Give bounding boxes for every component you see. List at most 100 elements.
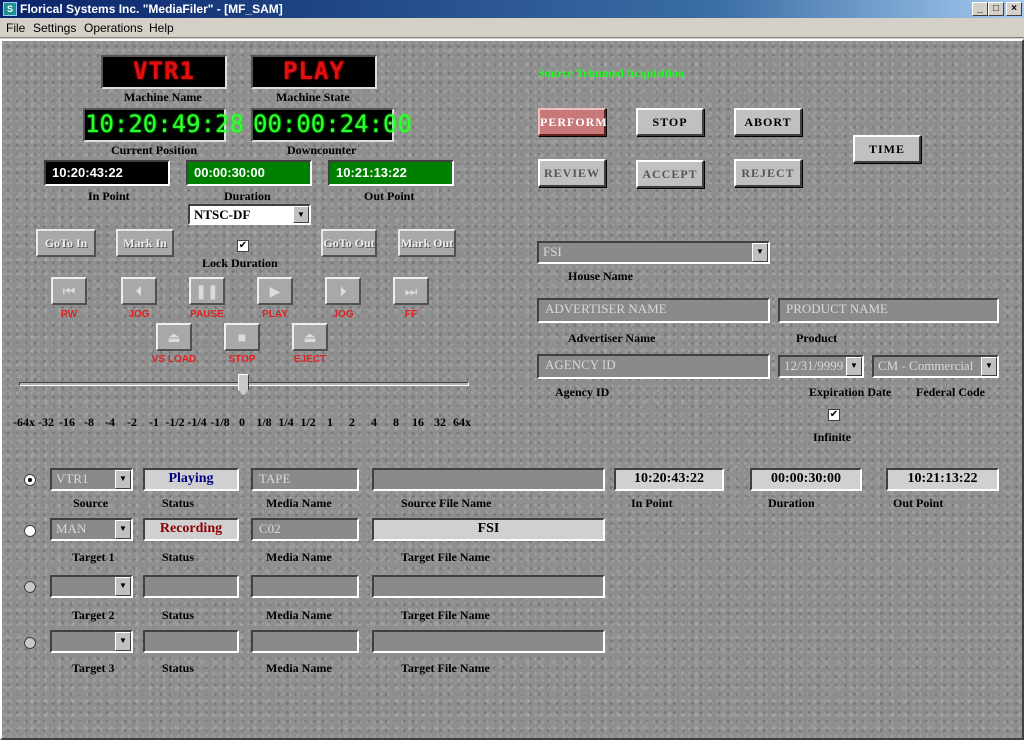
jog-back-label: JOG <box>128 309 150 320</box>
target3-media-label: Media Name <box>266 661 332 675</box>
mark-in-button[interactable]: Mark In <box>116 229 174 257</box>
timecode-format-select[interactable]: NTSC-DF ▼ <box>188 204 311 225</box>
agency-id-field[interactable]: AGENCY ID <box>537 354 770 379</box>
menu-bar: File Settings Operations Help <box>0 18 1024 38</box>
source-file-field[interactable] <box>372 468 605 491</box>
chevron-down-icon[interactable]: ▼ <box>115 470 131 489</box>
jog-back-icon: ⏴ <box>135 283 143 299</box>
house-name-select[interactable]: FSI ▼ <box>537 241 770 264</box>
shuttle-tick-label: 2 <box>349 415 355 429</box>
menu-file[interactable]: File <box>6 18 25 38</box>
shuttle-tick-label: 16 <box>412 415 424 429</box>
chevron-down-icon[interactable]: ▼ <box>293 206 309 223</box>
target3-device-select[interactable]: ▼ <box>50 630 133 653</box>
shuttle-tick-label: -1/2 <box>165 415 185 429</box>
machine-name-display: VTR1 <box>101 55 227 89</box>
chevron-down-icon[interactable]: ▼ <box>115 632 131 651</box>
mark-out-button[interactable]: Mark Out <box>398 229 456 257</box>
expiration-date-select[interactable]: 12/31/9999 ▼ <box>778 355 864 378</box>
radio-dot <box>28 478 32 482</box>
machine-state-display: PLAY <box>251 55 377 89</box>
target1-file-field[interactable]: FSI <box>372 518 605 541</box>
fast-forward-button[interactable]: ⏭ <box>393 277 429 305</box>
target2-file-field[interactable] <box>372 575 605 598</box>
chevron-down-icon[interactable]: ▼ <box>846 357 862 376</box>
chevron-down-icon[interactable]: ▼ <box>752 243 768 262</box>
infinite-checkbox[interactable]: ✔ <box>828 409 840 421</box>
main-panel: VTR1 Machine Name PLAY Machine State 10:… <box>0 39 1024 740</box>
fast-forward-icon: ⏭ <box>404 283 418 299</box>
chevron-down-icon[interactable]: ▼ <box>981 357 997 376</box>
stop-button[interactable]: STOP <box>636 108 704 136</box>
source-device-select[interactable]: VTR1 ▼ <box>50 468 133 491</box>
source-duration-label: Duration <box>768 496 815 510</box>
duration-field[interactable]: 00:00:30:00 <box>186 160 312 186</box>
source-out-point: 10:21:13:22 <box>886 468 999 491</box>
lock-duration-checkbox[interactable]: ✔ <box>237 240 249 252</box>
shuttle-tick-label: -1/4 <box>187 415 207 429</box>
in-point-label: In Point <box>88 189 130 203</box>
eject-button[interactable]: ⏏ <box>292 323 328 351</box>
out-point-field[interactable]: 10:21:13:22 <box>328 160 454 186</box>
target2-media-field[interactable] <box>251 575 359 598</box>
restore-button[interactable]: □ <box>988 2 1004 16</box>
time-button[interactable]: TIME <box>853 135 921 163</box>
target1-device-select[interactable]: MAN ▼ <box>50 518 133 541</box>
target2-device-select[interactable]: ▼ <box>50 575 133 598</box>
downcounter-display: 00:00:24:00 <box>251 108 412 142</box>
source-media-label: Media Name <box>266 496 332 510</box>
target1-label: Target 1 <box>72 550 115 564</box>
rewind-label: RW <box>60 309 78 320</box>
close-button[interactable]: × <box>1006 2 1022 16</box>
rewind-button[interactable]: ⏮ <box>51 277 87 305</box>
chevron-down-icon[interactable]: ▼ <box>115 577 131 596</box>
minimize-button[interactable]: _ <box>972 2 988 16</box>
target1-radio[interactable] <box>24 525 36 537</box>
menu-settings[interactable]: Settings <box>33 18 76 38</box>
jog-back-button[interactable]: ⏴ <box>121 277 157 305</box>
shuttle-tick-label: 64x <box>453 415 471 429</box>
shuttle-tick-label: -8 <box>84 415 94 429</box>
shuttle-tick-label: -1/8 <box>210 415 230 429</box>
current-position-display: 10:20:49:28 <box>83 108 244 142</box>
stop-icon: ■ <box>237 329 247 345</box>
target3-file-field[interactable] <box>372 630 605 653</box>
expiration-date-label: Expiration Date <box>809 385 892 399</box>
shuttle-thumb[interactable] <box>238 374 249 396</box>
reject-button[interactable]: REJECT <box>734 159 802 187</box>
shuttle-tick-label: 1 <box>327 415 333 429</box>
shuttle-tick-label: -16 <box>59 415 75 429</box>
target1-status-label: Status <box>162 550 195 564</box>
source-radio[interactable] <box>24 474 36 486</box>
menu-operations[interactable]: Operations <box>84 18 143 38</box>
vs-load-button[interactable]: ⏏ <box>156 323 192 351</box>
source-media-field[interactable]: TAPE <box>251 468 359 491</box>
source-label: Source <box>73 496 109 510</box>
jog-forward-button[interactable]: ⏵ <box>325 277 361 305</box>
target3-radio[interactable] <box>24 637 36 649</box>
target3-media-field[interactable] <box>251 630 359 653</box>
pause-button[interactable]: ❚❚ <box>189 277 225 305</box>
target2-label: Target 2 <box>72 608 115 622</box>
rewind-icon: ⏮ <box>62 283 76 299</box>
abort-button[interactable]: ABORT <box>734 108 802 136</box>
chevron-down-icon[interactable]: ▼ <box>115 520 131 539</box>
advertiser-field[interactable]: ADVERTISER NAME <box>537 298 770 323</box>
target2-radio[interactable] <box>24 581 36 593</box>
goto-in-button[interactable]: GoTo In <box>36 229 96 257</box>
accept-button[interactable]: ACCEPT <box>636 160 704 188</box>
review-button[interactable]: REVIEW <box>538 159 606 187</box>
target1-media-field[interactable]: C02 <box>251 518 359 541</box>
play-button[interactable]: ▶ <box>257 277 293 305</box>
perform-button[interactable]: PERFORM <box>538 108 607 136</box>
federal-code-select[interactable]: CM - Commercial ▼ <box>872 355 999 378</box>
vs-load-label: VS LOAD <box>151 354 197 365</box>
target2-media-label: Media Name <box>266 608 332 622</box>
in-point-field[interactable]: 10:20:43:22 <box>44 160 170 186</box>
stop-transport-label: STOP <box>228 354 256 365</box>
menu-help[interactable]: Help <box>149 18 174 38</box>
stop-transport-button[interactable]: ■ <box>224 323 260 351</box>
product-field[interactable]: PRODUCT NAME <box>778 298 999 323</box>
goto-out-button[interactable]: GoTo Out <box>321 229 377 257</box>
source-status-label: Status <box>162 496 195 510</box>
